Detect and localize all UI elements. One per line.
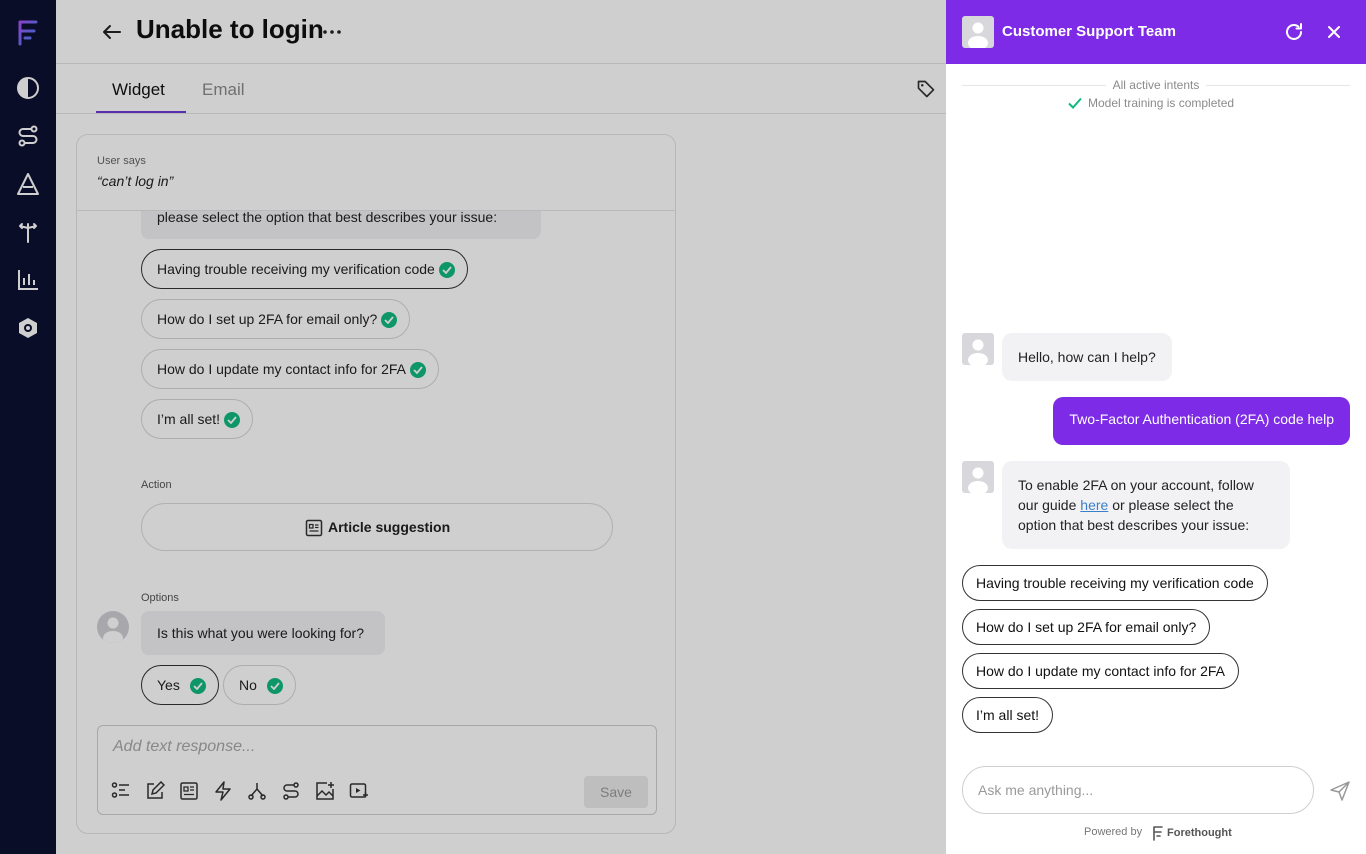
training-status: Model training is completed <box>1068 96 1234 110</box>
team-avatar <box>962 16 994 48</box>
chat-widget: Customer Support Team All active intents… <box>946 0 1366 854</box>
powered-by-label: Powered by <box>1084 826 1143 838</box>
refresh-icon[interactable] <box>1284 22 1304 42</box>
divider <box>1206 85 1350 86</box>
modal-backdrop[interactable] <box>0 0 946 854</box>
chat-input[interactable]: Ask me anything... <box>962 766 1314 814</box>
widget-option-chip[interactable]: How do I update my contact info for 2FA <box>962 653 1240 689</box>
bot-avatar <box>962 333 994 365</box>
user-message-bubble: Two-Factor Authentication (2FA) code hel… <box>1053 397 1350 445</box>
bot-avatar <box>962 461 994 493</box>
widget-title: Customer Support Team <box>1002 23 1176 40</box>
forethought-logo-icon <box>1153 826 1163 841</box>
bot-options-bubble: To enable 2FA on your account, follow ou… <box>1002 461 1290 549</box>
send-icon[interactable] <box>1329 780 1351 802</box>
brand-name: Forethought <box>1167 827 1232 839</box>
chat-input-placeholder: Ask me anything... <box>978 782 1094 798</box>
widget-option-chip[interactable]: I’m all set! <box>962 697 1054 733</box>
guide-link[interactable]: here <box>1080 497 1108 513</box>
intents-label: All active intents <box>1106 78 1206 92</box>
widget-option-chip[interactable]: Having trouble receiving my verification… <box>962 565 1268 601</box>
bot-greeting-bubble: Hello, how can I help? <box>1002 333 1172 381</box>
training-status-text: Model training is completed <box>1088 96 1235 110</box>
divider <box>962 85 1106 86</box>
widget-header: Customer Support Team <box>946 0 1366 64</box>
widget-option-chip[interactable]: How do I set up 2FA for email only? <box>962 609 1211 645</box>
greeting-text: Hello, how can I help? <box>1018 349 1156 365</box>
user-message-text: Two-Factor Authentication (2FA) code hel… <box>1069 411 1334 427</box>
close-icon[interactable] <box>1324 22 1344 42</box>
